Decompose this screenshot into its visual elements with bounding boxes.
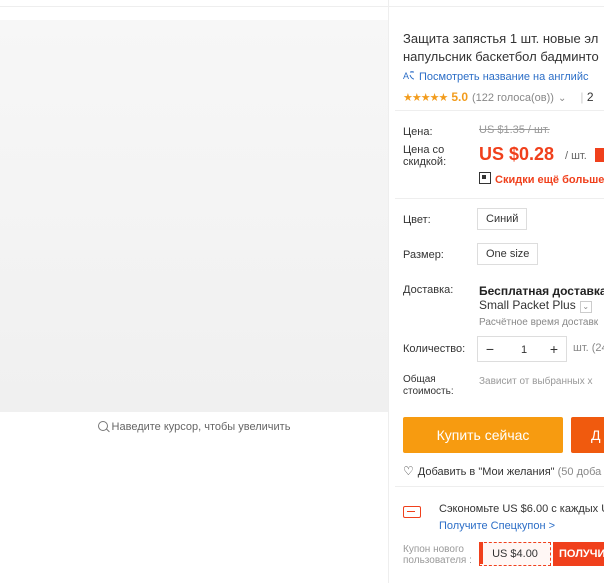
shipping-method[interactable]: Small Packet Plus bbox=[479, 298, 576, 312]
zoom-hint: Наведите курсор, чтобы увеличить bbox=[0, 420, 388, 433]
orders-count: 2 bbox=[586, 90, 594, 104]
heart-icon: ♡ bbox=[403, 464, 414, 478]
extra-discount-link[interactable]: Скидки ещё больше в bbox=[479, 172, 604, 186]
size-label: Размер: bbox=[403, 249, 444, 261]
quantity-stepper: − + bbox=[477, 336, 567, 363]
rating-votes-link[interactable]: (122 голоса(ов)) bbox=[472, 92, 554, 104]
divider-line bbox=[395, 486, 604, 487]
quantity-label: Количество: bbox=[403, 343, 466, 355]
wishlist-link[interactable]: ♡ Добавить в "Мои желания" (50 доба bbox=[403, 464, 601, 478]
product-title-line2: напульсник баскетбол бадминто bbox=[403, 49, 599, 64]
original-price: US $1.35 / шт. bbox=[479, 124, 550, 136]
product-info-panel: Защита запястья 1 шт. новые эл напульсни… bbox=[395, 0, 604, 583]
magnifier-icon bbox=[97, 421, 108, 431]
get-coupon-link[interactable]: Получите Спецкупон > bbox=[439, 520, 555, 532]
total-label: Общая стоимость: bbox=[403, 374, 454, 397]
rating-row: ★★★★★ 5.0 (122 голоса(ов)) ⌄ | 2 bbox=[403, 90, 594, 104]
qr-code-icon bbox=[479, 172, 491, 184]
new-user-coupon-label: Купон нового пользователя : bbox=[403, 544, 472, 566]
discount-badge bbox=[595, 148, 604, 162]
shipping-label: Доставка: bbox=[403, 284, 454, 296]
price-unit: / шт. bbox=[565, 150, 587, 162]
rating-stars-icon: ★★★★★ bbox=[403, 92, 448, 104]
quantity-input[interactable] bbox=[502, 337, 546, 363]
rating-score: 5.0 bbox=[451, 90, 468, 104]
shipping-method-select[interactable]: Small Packet Plus ⌄ bbox=[479, 298, 592, 313]
svg-text:A: A bbox=[403, 71, 409, 81]
product-title-line1: Защита запястья 1 шт. новые эл bbox=[403, 31, 599, 46]
quantity-decrease-button[interactable]: − bbox=[478, 337, 502, 361]
get-coupon-button[interactable]: ПОЛУЧИ bbox=[553, 542, 604, 566]
rating-separator: | bbox=[580, 90, 584, 104]
product-title: Защита запястья 1 шт. новые эл напульсни… bbox=[403, 30, 604, 66]
add-to-cart-button[interactable]: Д bbox=[571, 417, 604, 453]
discount-price-label: Цена со скидкой: bbox=[403, 144, 447, 168]
size-option-onesize[interactable]: One size bbox=[477, 243, 539, 265]
dropdown-icon[interactable]: ⌄ bbox=[579, 301, 592, 313]
coupon-edge bbox=[479, 542, 483, 564]
chevron-down-icon[interactable]: ⌄ bbox=[558, 93, 566, 104]
coupon-icon bbox=[403, 506, 421, 518]
save-text: Сэкономьте US $6.00 с каждых U bbox=[439, 503, 604, 515]
total-value: Зависит от выбранных х bbox=[479, 376, 593, 387]
discount-price: US $0.28 bbox=[479, 144, 555, 164]
buy-now-button[interactable]: Купить сейчас bbox=[403, 417, 563, 453]
translate-icon: A bbox=[403, 71, 415, 81]
shipping-value: Бесплатная доставка в bbox=[479, 284, 604, 298]
color-label: Цвет: bbox=[403, 214, 431, 226]
delivery-estimate: Расчётное время доставк bbox=[479, 317, 599, 328]
wishlist-text[interactable]: Добавить в "Мои желания" bbox=[418, 466, 555, 478]
translate-link-text[interactable]: Посмотреть название на английс bbox=[419, 71, 588, 83]
translate-link[interactable]: A Посмотреть название на английс bbox=[403, 70, 588, 83]
coupon-value: US $4.00 bbox=[479, 542, 551, 566]
product-image[interactable] bbox=[0, 20, 388, 412]
quantity-unit: шт. (24 bbox=[573, 342, 604, 354]
zoom-hint-text: Наведите курсор, чтобы увеличить bbox=[111, 421, 291, 433]
extra-discount-text[interactable]: Скидки ещё больше в bbox=[495, 174, 604, 186]
image-background bbox=[0, 20, 388, 412]
divider-line bbox=[395, 198, 604, 199]
quantity-increase-button[interactable]: + bbox=[542, 337, 566, 361]
color-option-blue[interactable]: Синий bbox=[477, 208, 528, 230]
price-label: Цена: bbox=[403, 126, 433, 138]
panel-divider bbox=[388, 0, 389, 583]
divider-line bbox=[395, 110, 604, 111]
wishlist-count: (50 доба bbox=[557, 466, 602, 478]
